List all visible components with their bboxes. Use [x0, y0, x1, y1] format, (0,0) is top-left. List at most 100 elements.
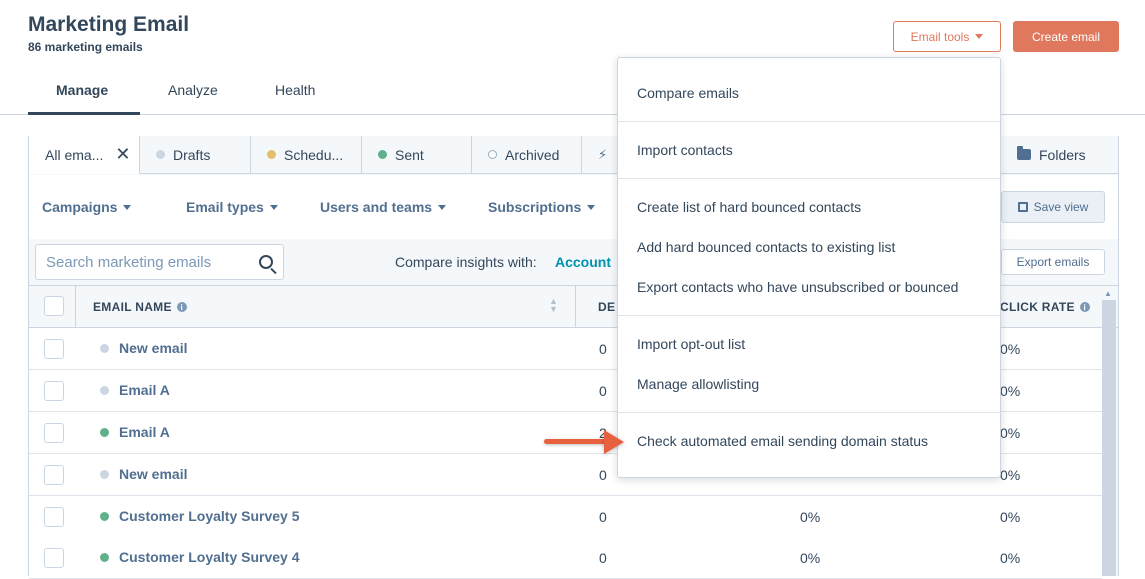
email-name-link[interactable]: Email A [100, 382, 170, 398]
callout-arrow-icon [544, 439, 610, 444]
email-name-label: Email A [119, 424, 170, 440]
view-tab-all[interactable]: All ema... ✕ [29, 136, 140, 174]
email-name-link[interactable]: New email [100, 340, 187, 356]
email-name-label: New email [119, 340, 188, 356]
menu-divider [618, 315, 1000, 316]
view-tab-drafts[interactable]: Drafts [140, 136, 251, 174]
folder-icon [1017, 146, 1031, 160]
campaigns-filter-label: Campaigns [42, 199, 118, 215]
view-tab-automated[interactable]: ⚡ [582, 136, 622, 174]
compare-insights-select[interactable]: Account [555, 254, 611, 270]
delivered-value: 0 [599, 383, 607, 399]
table-scrollbar-thumb[interactable] [1102, 300, 1116, 576]
email-tools-label: Email tools [910, 29, 970, 44]
users-and-teams-filter[interactable]: Users and teams [320, 199, 447, 215]
status-dot-icon [100, 385, 109, 395]
menu-item-manage-allowlisting[interactable]: Manage allowlisting [637, 376, 759, 392]
menu-item-import-opt-out[interactable]: Import opt-out list [637, 336, 745, 352]
row-checkbox[interactable] [44, 423, 64, 443]
row-checkbox[interactable] [44, 507, 64, 527]
select-all-checkbox[interactable] [44, 296, 64, 316]
menu-item-create-hard-bounced-list[interactable]: Create list of hard bounced contacts [637, 199, 861, 215]
archived-status-dot-icon [488, 150, 497, 159]
caret-down-icon [123, 204, 132, 210]
open-rate-value: 0% [800, 509, 821, 525]
scroll-up-icon[interactable]: ▲ [1104, 289, 1112, 298]
email-name-link[interactable]: Email A [100, 424, 170, 440]
row-checkbox[interactable] [44, 381, 64, 401]
view-tab-sent-label: Sent [395, 146, 424, 163]
status-dot-icon [100, 552, 109, 562]
delivered-value: 0 [599, 509, 607, 525]
click-rate-value: 0% [1000, 509, 1021, 525]
column-header-click-rate[interactable]: CLICK RATE i [1000, 300, 1090, 314]
menu-item-export-unsubscribed[interactable]: Export contacts who have unsubscribed or… [637, 279, 958, 295]
click-rate-value: 0% [1000, 467, 1021, 483]
caret-down-icon [975, 34, 984, 39]
view-tab-folders[interactable]: Folders [1000, 136, 1118, 174]
tab-analyze[interactable]: Analyze [168, 82, 218, 98]
status-dot-icon [100, 427, 109, 437]
sent-status-dot-icon [378, 150, 387, 159]
email-types-filter[interactable]: Email types [186, 199, 278, 215]
view-tab-archived[interactable]: Archived [472, 136, 582, 174]
campaigns-filter[interactable]: Campaigns [42, 199, 132, 215]
row-checkbox[interactable] [44, 339, 64, 359]
save-view-button[interactable]: Save view [1001, 191, 1105, 223]
users-and-teams-filter-label: Users and teams [320, 199, 433, 215]
email-tools-button[interactable]: Email tools [893, 21, 1001, 52]
view-tab-drafts-label: Drafts [173, 146, 211, 163]
tab-health[interactable]: Health [275, 82, 315, 98]
view-tab-scheduled[interactable]: Schedu... [251, 136, 362, 174]
caret-down-icon [587, 204, 596, 210]
click-rate-value: 0% [1000, 383, 1021, 399]
column-header-click-rate-label: CLICK RATE [1000, 300, 1075, 314]
sort-icon[interactable]: ▲ ▼ [549, 297, 558, 314]
menu-item-compare-emails[interactable]: Compare emails [637, 85, 739, 101]
draft-status-dot-icon [156, 150, 165, 159]
view-tab-archived-label: Archived [505, 146, 560, 163]
row-checkbox[interactable] [44, 548, 64, 568]
compare-insights-label: Compare insights with: [395, 254, 537, 270]
email-name-link[interactable]: Customer Loyalty Survey 5 [100, 508, 300, 524]
menu-item-import-contacts[interactable]: Import contacts [637, 142, 733, 158]
info-icon[interactable]: i [1079, 302, 1090, 312]
email-name-link[interactable]: Customer Loyalty Survey 4 [100, 549, 300, 565]
create-email-button[interactable]: Create email [1013, 21, 1119, 52]
search-input[interactable]: Search marketing emails [35, 244, 284, 280]
close-icon[interactable]: ✕ [115, 144, 130, 165]
caret-down-icon [438, 204, 447, 210]
delivered-value: 0 [599, 341, 607, 357]
click-rate-value: 0% [1000, 425, 1021, 441]
subscriptions-filter-label: Subscriptions [488, 199, 582, 215]
subscriptions-filter[interactable]: Subscriptions [488, 199, 596, 215]
email-count: 86 marketing emails [28, 40, 143, 54]
column-header-delivered-label: DE [598, 300, 616, 314]
tab-manage[interactable]: Manage [56, 82, 108, 98]
column-header-delivered[interactable]: DE [598, 300, 615, 314]
scheduled-status-dot-icon [267, 150, 276, 159]
email-name-label: Email A [119, 382, 170, 398]
search-icon[interactable] [259, 255, 273, 269]
menu-divider [618, 121, 1000, 122]
menu-item-add-hard-bounced[interactable]: Add hard bounced contacts to existing li… [637, 239, 895, 255]
row-checkbox[interactable] [44, 465, 64, 485]
menu-divider [618, 178, 1000, 179]
save-view-label: Save view [1033, 200, 1089, 214]
column-header-email-name-label: EMAIL NAME [93, 300, 172, 314]
menu-divider [618, 412, 1000, 413]
menu-item-check-domain-status[interactable]: Check automated email sending domain sta… [637, 433, 928, 449]
callout-arrow-head-icon [604, 430, 624, 454]
search-placeholder: Search marketing emails [46, 253, 212, 271]
page-title: Marketing Email [28, 13, 190, 36]
column-header-email-name[interactable]: EMAIL NAME i [93, 300, 187, 314]
delivered-value: 0 [599, 550, 607, 566]
email-name-label: Customer Loyalty Survey 5 [119, 508, 300, 524]
view-tab-scheduled-label: Schedu... [284, 146, 344, 163]
export-emails-button[interactable]: Export emails [1001, 249, 1105, 275]
view-tab-sent[interactable]: Sent [362, 136, 472, 174]
email-name-link[interactable]: New email [100, 466, 187, 482]
caret-down-icon [269, 204, 278, 210]
view-tab-all-label: All ema... [45, 146, 104, 163]
info-icon[interactable]: i [176, 302, 187, 312]
